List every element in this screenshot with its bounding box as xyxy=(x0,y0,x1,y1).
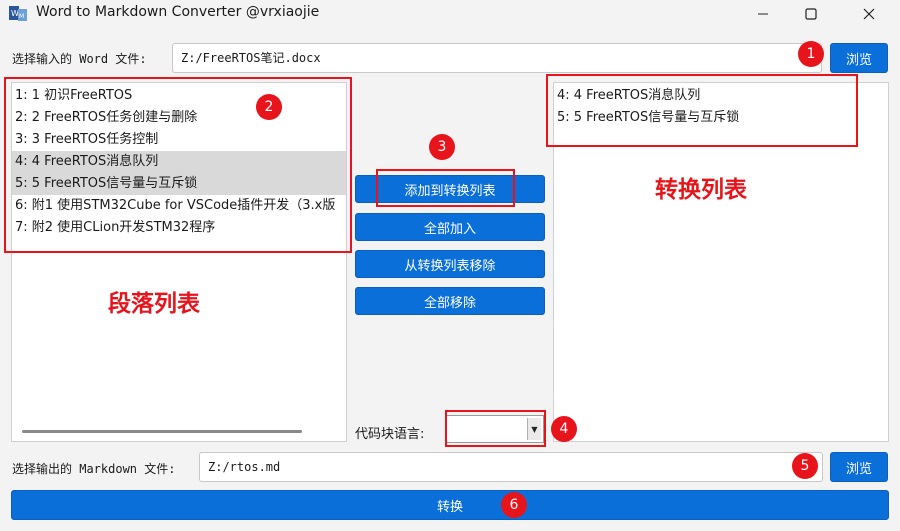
app-icon: W M xyxy=(9,6,27,21)
close-button[interactable] xyxy=(846,0,892,28)
svg-text:W: W xyxy=(11,9,19,18)
convert-list-highlight xyxy=(546,74,858,147)
minimize-icon xyxy=(758,13,768,15)
window-title: Word to Markdown Converter @vrxiaojie xyxy=(36,4,320,20)
marker-2: 2 xyxy=(256,94,282,120)
marker-5: 5 xyxy=(792,453,818,479)
add-all-button[interactable]: 全部加入 xyxy=(355,213,545,241)
minimize-button[interactable] xyxy=(740,0,786,28)
marker-4: 4 xyxy=(551,416,577,442)
marker-1: 1 xyxy=(798,41,824,67)
input-file-field[interactable]: Z:/FreeRTOS笔记.docx xyxy=(172,43,822,73)
remove-all-button[interactable]: 全部移除 xyxy=(355,287,545,315)
title-bar: W M Word to Markdown Converter @vrxiaoji… xyxy=(0,0,900,28)
code-lang-highlight xyxy=(445,410,546,447)
output-file-label: 选择输出的 Markdown 文件: xyxy=(12,462,176,476)
output-browse-button[interactable]: 浏览 xyxy=(830,452,888,482)
convert-button[interactable]: 转换 xyxy=(11,490,889,520)
marker-3: 3 xyxy=(429,134,455,160)
input-file-label: 选择输入的 Word 文件: xyxy=(12,52,147,66)
paragraph-list-highlight xyxy=(4,77,352,253)
output-file-field[interactable]: Z:/rtos.md xyxy=(199,452,823,482)
convert-list-caption: 转换列表 xyxy=(655,177,747,203)
paragraph-list-caption: 段落列表 xyxy=(108,291,200,317)
maximize-button[interactable] xyxy=(788,0,834,28)
remove-from-convert-button[interactable]: 从转换列表移除 xyxy=(355,250,545,278)
svg-text:M: M xyxy=(19,13,24,20)
marker-6: 6 xyxy=(501,492,527,518)
code-lang-label: 代码块语言: xyxy=(355,427,425,442)
close-icon xyxy=(863,8,875,20)
maximize-icon xyxy=(805,8,817,20)
input-browse-button[interactable]: 浏览 xyxy=(830,43,888,73)
add-button-highlight xyxy=(376,169,515,207)
horizontal-scrollbar[interactable] xyxy=(22,430,302,433)
